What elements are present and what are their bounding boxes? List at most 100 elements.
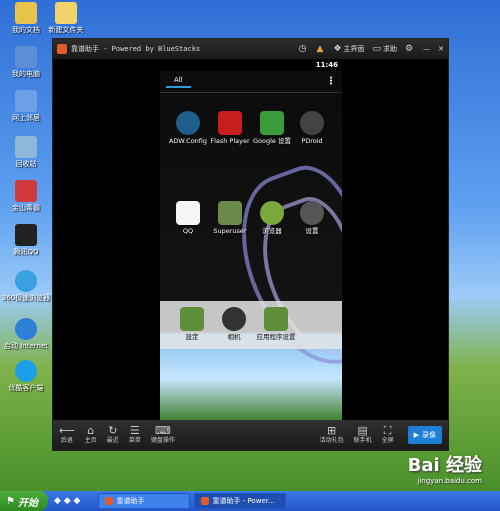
adw-config-icon [176, 111, 200, 135]
taskbar-item-label: 靠谱助手 - Power... [212, 497, 275, 505]
desktop-icon-my-computer[interactable]: 我的电脑 [2, 46, 50, 78]
desktop-icon-label: 金山毒霸 [12, 204, 40, 212]
google-settings-icon [260, 111, 284, 135]
app-qq[interactable]: QQ [168, 201, 208, 235]
app-label: Superuser [213, 227, 247, 235]
desktop-icon-recycle-bin[interactable]: 回收站 [2, 136, 50, 168]
start-label: 开始 [17, 497, 38, 509]
minimize-button[interactable]: — [423, 45, 430, 53]
desktop-icon-network[interactable]: 网上邻居 [2, 90, 50, 122]
app-label: Flash Player [210, 137, 250, 145]
desktop-icon-label: 优酷客户端 [8, 384, 44, 392]
app-logo-icon [57, 44, 67, 54]
home-icon: ⌂ [87, 424, 95, 437]
folder-icon [55, 2, 77, 24]
qq-penguin-icon [15, 224, 37, 246]
gift-icon: ⊞ [326, 424, 337, 437]
android-settings-icon [264, 307, 288, 331]
arrow-left-icon: ⟵ [59, 424, 75, 437]
windows-flag-icon: ⚑ [6, 495, 15, 507]
window-title: 靠谱助手 - Powered by BlueStacks [71, 45, 201, 53]
phone-button[interactable]: ▤ 联手机 [354, 425, 372, 445]
app-label: QQ [182, 227, 194, 235]
desktop-icon-internet[interactable]: 启动 Internet [2, 318, 50, 350]
record-button[interactable]: ▶ 录像 [407, 426, 442, 444]
baidu-jingyan-logo: Bai 经验 [407, 455, 482, 476]
app-application-settings[interactable]: 应用程序设置 [256, 307, 296, 341]
desktop-icon-label: 启动 Internet [3, 342, 49, 350]
settings-gear-icon [300, 201, 324, 225]
taskbar-item-assistant-window[interactable]: 靠谱助手 - Power... [194, 493, 287, 509]
desktop-icon-new-folder[interactable]: 新建文件夹 [42, 2, 90, 34]
app-adw-config[interactable]: ADW.Config [168, 111, 208, 145]
app-logo-icon [105, 497, 114, 505]
app-pdroid[interactable]: PDroid [292, 111, 332, 145]
network-icon [15, 90, 37, 112]
app-settings[interactable]: 设置 [292, 201, 332, 235]
chat-icon: ▭ [372, 44, 382, 54]
app-google-settings[interactable]: Google 设置 [252, 111, 292, 145]
recent-button[interactable]: ↻ 最近 [107, 425, 119, 445]
app-camera[interactable]: 相机 [214, 307, 254, 341]
fullscreen-icon: ⛶ [383, 424, 392, 437]
desktop-icon-youku[interactable]: 优酷客户端 [2, 360, 50, 392]
keyboard-icon: ⌨ [154, 424, 171, 437]
menu-button[interactable]: ☰ 菜单 [129, 425, 141, 445]
android-screen[interactable]: 11:46 All ⋮ ADW.Config Flash Player Goog… [160, 59, 342, 422]
close-button[interactable]: ✕ [438, 45, 444, 53]
recent-label: 最近 [106, 437, 119, 444]
gift-button[interactable]: ⊞ 活动礼包 [320, 425, 344, 445]
youku-icon [15, 360, 37, 382]
keyboard-label: 键盘操作 [150, 437, 175, 444]
home-screen-label: 主界面 [343, 45, 365, 53]
taskbar-item-label: 靠谱助手 [116, 497, 145, 505]
taskbar-item-assistant[interactable]: 靠谱助手 [98, 493, 191, 509]
flash-player-icon [218, 111, 242, 135]
desktop-icon-360-browser[interactable]: 360极速浏览器 [2, 270, 50, 302]
internet-explorer-icon [15, 318, 37, 340]
start-button[interactable]: ⚑ 开始 [0, 491, 48, 511]
desktop-icon-label: 360极速浏览器 [1, 294, 51, 302]
app-browser[interactable]: 浏览器 [252, 201, 292, 235]
quick-launch-icon[interactable]: ◆ ◆ ◆ [54, 496, 81, 506]
help-button[interactable]: ▭ 求助 [373, 44, 398, 54]
desktop-icon-antivirus[interactable]: 金山毒霸 [2, 180, 50, 212]
notification-icon[interactable]: ▲ [317, 44, 326, 54]
antivirus-icon [15, 180, 37, 202]
android-settings-icon [180, 307, 204, 331]
fullscreen-button[interactable]: ⛶ 全屏 [382, 425, 394, 445]
window-titlebar[interactable]: 靠谱助手 - Powered by BlueStacks ◷ ▲ ❖ 主界面 ▭… [53, 39, 448, 59]
app-label: 浏览器 [262, 227, 282, 235]
record-label: 录像 [422, 431, 436, 439]
app-logo-icon [201, 497, 210, 505]
desktop-icon-qq[interactable]: 腾讯QQ [2, 224, 50, 256]
desktop-icon-label: 新建文件夹 [48, 26, 84, 34]
tab-all[interactable]: All [166, 76, 191, 88]
app-flash-player[interactable]: Flash Player [210, 111, 250, 145]
video-camera-icon: ▶ [413, 431, 419, 439]
emulator-toolbar: ⟵ 后退 ⌂ 主页 ↻ 最近 ☰ 菜单 ⌨ 键盘操作 ⊞ 活动礼包 ▤ 联手机 … [53, 420, 448, 450]
keyboard-button[interactable]: ⌨ 键盘操作 [151, 425, 175, 445]
app-label: 设置 [305, 227, 319, 235]
desktop-icon-label: 我的文档 [12, 26, 40, 34]
browser-icon [15, 270, 37, 292]
app-label: 設定 [185, 333, 199, 341]
windows-logo-icon: ❖ [333, 44, 342, 54]
desktop-icon-label: 腾讯QQ [13, 248, 39, 256]
computer-icon [15, 46, 37, 68]
app-drawer-tabs: All ⋮ [160, 71, 342, 93]
clock-icon[interactable]: ◷ [299, 44, 309, 54]
settings-gear-icon[interactable]: ⚙ [405, 44, 415, 54]
back-button[interactable]: ⟵ 后退 [59, 425, 75, 445]
app-dock: 設定 相机 应用程序设置 [160, 301, 342, 349]
app-settings-zh[interactable]: 設定 [172, 307, 212, 341]
android-status-bar: 11:46 [160, 59, 342, 71]
home-button[interactable]: ⌂ 主页 [85, 425, 97, 445]
overflow-menu-icon[interactable]: ⋮ [326, 76, 336, 87]
gift-label: 活动礼包 [319, 437, 344, 444]
clock-time: 11:46 [315, 61, 338, 69]
app-superuser[interactable]: Superuser [210, 201, 250, 235]
home-screen-button[interactable]: ❖ 主界面 [333, 44, 364, 54]
camera-icon [222, 307, 246, 331]
globe-icon [260, 201, 284, 225]
